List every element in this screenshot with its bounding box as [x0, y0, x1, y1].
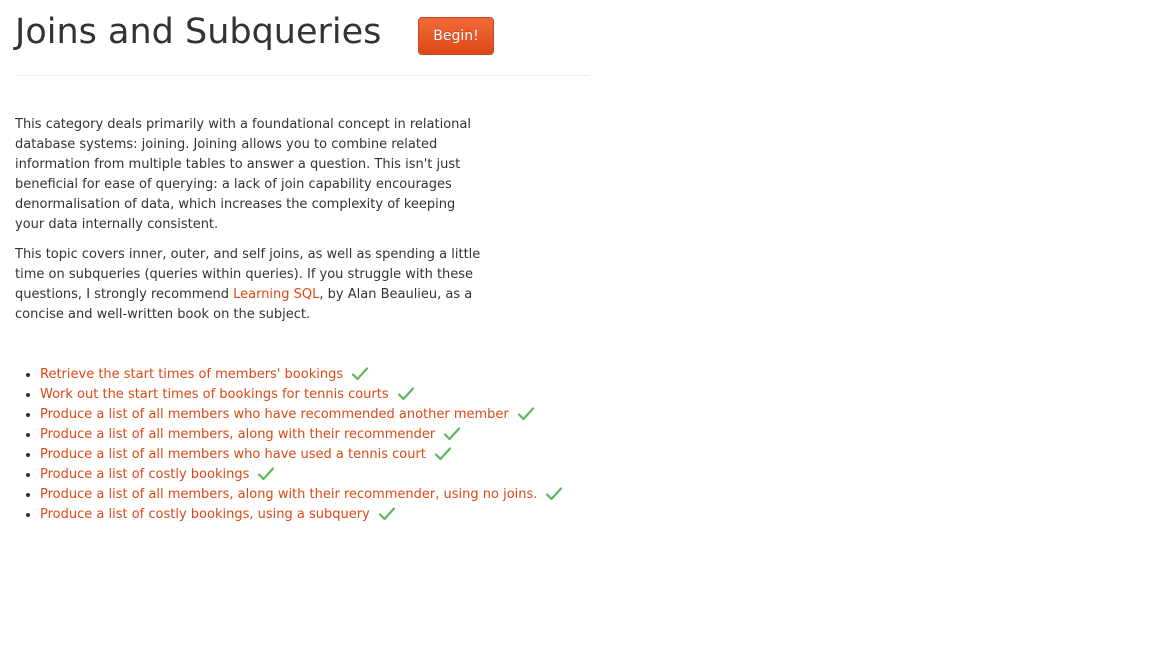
check-icon — [517, 407, 534, 421]
check-icon — [378, 507, 395, 521]
check-icon — [397, 387, 414, 401]
exercise-item: Produce a list of all members who have u… — [40, 445, 562, 465]
exercise-link[interactable]: Produce a list of all members who have r… — [40, 407, 509, 422]
exercise-link[interactable]: Produce a list of all members who have u… — [40, 447, 426, 462]
begin-button[interactable]: Begin! — [418, 17, 494, 55]
exercise-list: Retrieve the start times of members' boo… — [15, 365, 563, 525]
exercise-item: Produce a list of all members, along wit… — [40, 425, 562, 445]
exercise-link[interactable]: Produce a list of costly bookings — [40, 467, 249, 482]
check-icon — [546, 487, 563, 501]
check-icon — [444, 427, 461, 441]
exercise-link[interactable]: Produce a list of costly bookings, using… — [40, 507, 370, 522]
intro-section: This category deals primarily with a fou… — [15, 115, 485, 335]
exercise-item: Produce a list of costly bookings — [40, 465, 562, 485]
exercise-link[interactable]: Work out the start times of bookings for… — [40, 387, 389, 402]
exercise-link[interactable]: Retrieve the start times of members' boo… — [40, 367, 343, 382]
check-icon — [434, 447, 451, 461]
intro-paragraph-2: This topic covers inner, outer, and self… — [15, 245, 485, 325]
exercise-link[interactable]: Produce a list of all members, along wit… — [40, 427, 435, 442]
exercise-item: Retrieve the start times of members' boo… — [40, 365, 562, 385]
page-header: Joins and Subqueries Begin! — [15, 0, 590, 76]
exercise-link[interactable]: Produce a list of all members, along wit… — [40, 487, 537, 502]
learning-sql-link[interactable]: Learning SQL — [233, 287, 319, 302]
exercise-item: Work out the start times of bookings for… — [40, 385, 562, 405]
exercise-item: Produce a list of costly bookings, using… — [40, 505, 562, 525]
exercise-item: Produce a list of all members who have r… — [40, 405, 562, 425]
check-icon — [352, 367, 369, 381]
page-title: Joins and Subqueries — [15, 12, 382, 52]
exercise-item: Produce a list of all members, along wit… — [40, 485, 563, 505]
intro-paragraph-1: This category deals primarily with a fou… — [15, 117, 471, 232]
check-icon — [258, 467, 275, 481]
